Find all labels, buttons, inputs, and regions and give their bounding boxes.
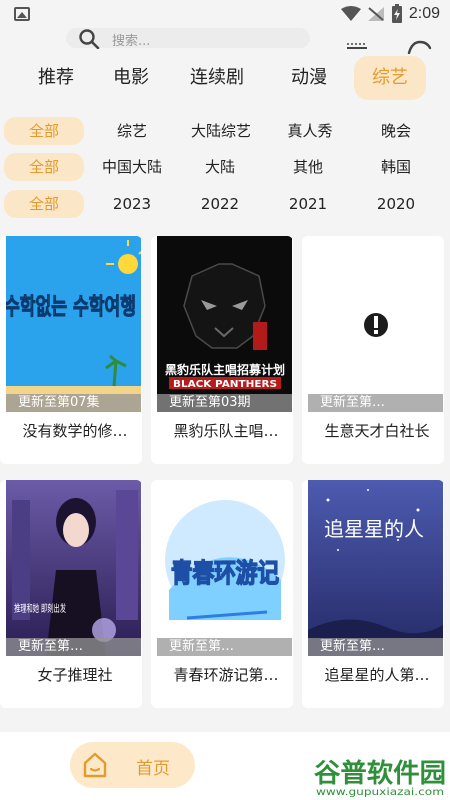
home-icon bbox=[83, 752, 107, 778]
poster-image: 黑豹乐队主唱招募计划 BLACK PANTHERS 更新至第03期 bbox=[157, 236, 292, 412]
show-title: 生意天才白社长 bbox=[324, 422, 430, 440]
show-card[interactable]: 黑豹乐队主唱招募计划 BLACK PANTHERS 更新至第03期 黑豹乐队主唱… bbox=[151, 236, 293, 464]
bottom-nav: 首页 谷普软件园 www.gupuxiazai.com bbox=[0, 732, 450, 800]
svg-text:谷普软件园: 谷普软件园 bbox=[314, 758, 446, 789]
filter-row-year: 全部 2023 2022 2021 2020 bbox=[0, 190, 450, 218]
show-card[interactable]: 수학없는 수학여행 更新至第07集 没有数学的修… bbox=[0, 236, 142, 464]
history-icon[interactable] bbox=[346, 42, 368, 50]
poster-image: 追星星的人 更新至第… bbox=[308, 480, 443, 656]
update-badge: 更新至第07集 bbox=[6, 394, 141, 412]
search-row: 搜索... bbox=[0, 28, 450, 54]
filter-region-all[interactable]: 全部 bbox=[4, 153, 84, 181]
wifi-icon bbox=[340, 6, 361, 21]
svg-text:BLACK PANTHERS: BLACK PANTHERS bbox=[173, 379, 277, 390]
update-badge: 更新至第… bbox=[308, 394, 443, 412]
filter-region-option[interactable]: 韩国 bbox=[356, 153, 436, 181]
svg-text:수학없는 수학여행: 수학없는 수학여행 bbox=[6, 294, 136, 320]
update-badge: 更新至第… bbox=[6, 638, 141, 656]
tab-anime[interactable]: 动漫 bbox=[264, 56, 354, 100]
update-badge: 更新至第… bbox=[157, 638, 292, 656]
home-nav-button[interactable]: 首页 bbox=[70, 742, 195, 788]
svg-text:黑豹乐队主唱招募计划: 黑豹乐队主唱招募计划 bbox=[165, 362, 285, 377]
app-screen: 2:09 搜索... 推荐 电影 连续剧 动漫 综艺 全部 综艺 大陆综艺 真人… bbox=[0, 0, 450, 800]
filter-type-option[interactable]: 大陆综艺 bbox=[178, 117, 264, 145]
show-title: 黑豹乐队主唱… bbox=[173, 422, 279, 440]
update-badge: 更新至第… bbox=[308, 638, 443, 656]
filter-region-option[interactable]: 大陆 bbox=[180, 153, 260, 181]
update-badge: 更新至第03期 bbox=[157, 394, 292, 412]
filter-year-option[interactable]: 2023 bbox=[92, 190, 172, 218]
filter-year-option[interactable]: 2020 bbox=[356, 190, 436, 218]
poster-image: 更新至第… bbox=[308, 236, 443, 412]
search-input[interactable]: 搜索... bbox=[66, 28, 310, 49]
filter-year-option[interactable]: 2022 bbox=[180, 190, 260, 218]
signal-icon bbox=[367, 7, 384, 21]
error-icon bbox=[364, 313, 388, 337]
gallery-icon bbox=[14, 7, 30, 21]
tab-series[interactable]: 连续剧 bbox=[170, 56, 264, 100]
filter-type-all[interactable]: 全部 bbox=[4, 117, 84, 145]
svg-text:推理和她 即刻出发: 推理和她 即刻出发 bbox=[14, 602, 66, 615]
home-nav-label: 首页 bbox=[136, 759, 170, 779]
show-title: 没有数学的修… bbox=[22, 422, 128, 440]
battery-icon bbox=[391, 4, 402, 23]
filter-year-option[interactable]: 2021 bbox=[268, 190, 348, 218]
show-card[interactable]: 更新至第… 生意天才白社长 bbox=[302, 236, 444, 464]
tab-movie[interactable]: 电影 bbox=[92, 56, 170, 100]
show-title: 青春环游记第… bbox=[173, 666, 279, 684]
svg-text:www.gupuxiazai.com: www.gupuxiazai.com bbox=[316, 787, 444, 798]
show-title: 追星星的人第… bbox=[324, 666, 430, 684]
status-icons: 2:09 bbox=[340, 4, 440, 24]
show-title: 女子推理社 bbox=[37, 666, 113, 684]
poster-image: 수학없는 수학여행 更新至第07集 bbox=[6, 236, 141, 412]
svg-text:追星星的人: 追星星的人 bbox=[324, 517, 424, 541]
filter-region-option[interactable]: 中国大陆 bbox=[92, 153, 172, 181]
tab-variety[interactable]: 综艺 bbox=[354, 55, 426, 100]
show-card[interactable]: 推理和她 即刻出发 更新至第… 女子推理社 bbox=[0, 480, 142, 708]
tab-recommend[interactable]: 推荐 bbox=[20, 56, 92, 100]
status-time: 2:09 bbox=[408, 5, 440, 22]
poster-image: 推理和她 即刻出发 更新至第… bbox=[6, 480, 141, 656]
show-card[interactable]: 追星星的人 更新至第… 追星星的人第… bbox=[302, 480, 444, 708]
filter-row-type: 全部 综艺 大陆综艺 真人秀 晚会 bbox=[0, 117, 450, 145]
search-icon bbox=[79, 29, 100, 49]
filter-type-option[interactable]: 综艺 bbox=[92, 117, 172, 145]
filter-year-all[interactable]: 全部 bbox=[4, 190, 84, 218]
poster-art: 追星星的人 bbox=[308, 480, 443, 656]
poster-art: 수학없는 수학여행 bbox=[6, 236, 141, 412]
status-bar: 2:09 bbox=[0, 0, 450, 30]
filter-region-option[interactable]: 其他 bbox=[268, 153, 348, 181]
category-tabs: 推荐 电影 连续剧 动漫 综艺 bbox=[20, 55, 440, 100]
refresh-icon[interactable] bbox=[406, 40, 432, 54]
search-placeholder: 搜索... bbox=[112, 34, 151, 49]
filter-row-region: 全部 中国大陆 大陆 其他 韩国 bbox=[0, 153, 450, 181]
poster-art: 青春环游记 bbox=[157, 480, 292, 656]
svg-text:青春环游记: 青春环游记 bbox=[171, 559, 279, 589]
show-card[interactable]: 青春环游记 更新至第… 青春环游记第… bbox=[151, 480, 293, 708]
poster-image: 青春环游记 更新至第… bbox=[157, 480, 292, 656]
poster-art: 黑豹乐队主唱招募计划 BLACK PANTHERS bbox=[157, 236, 292, 412]
site-watermark-logo: 谷普软件园 www.gupuxiazai.com bbox=[312, 752, 448, 798]
filter-type-option[interactable]: 真人秀 bbox=[270, 117, 350, 145]
filter-type-option[interactable]: 晚会 bbox=[356, 117, 436, 145]
poster-art: 推理和她 即刻出发 bbox=[6, 480, 141, 656]
